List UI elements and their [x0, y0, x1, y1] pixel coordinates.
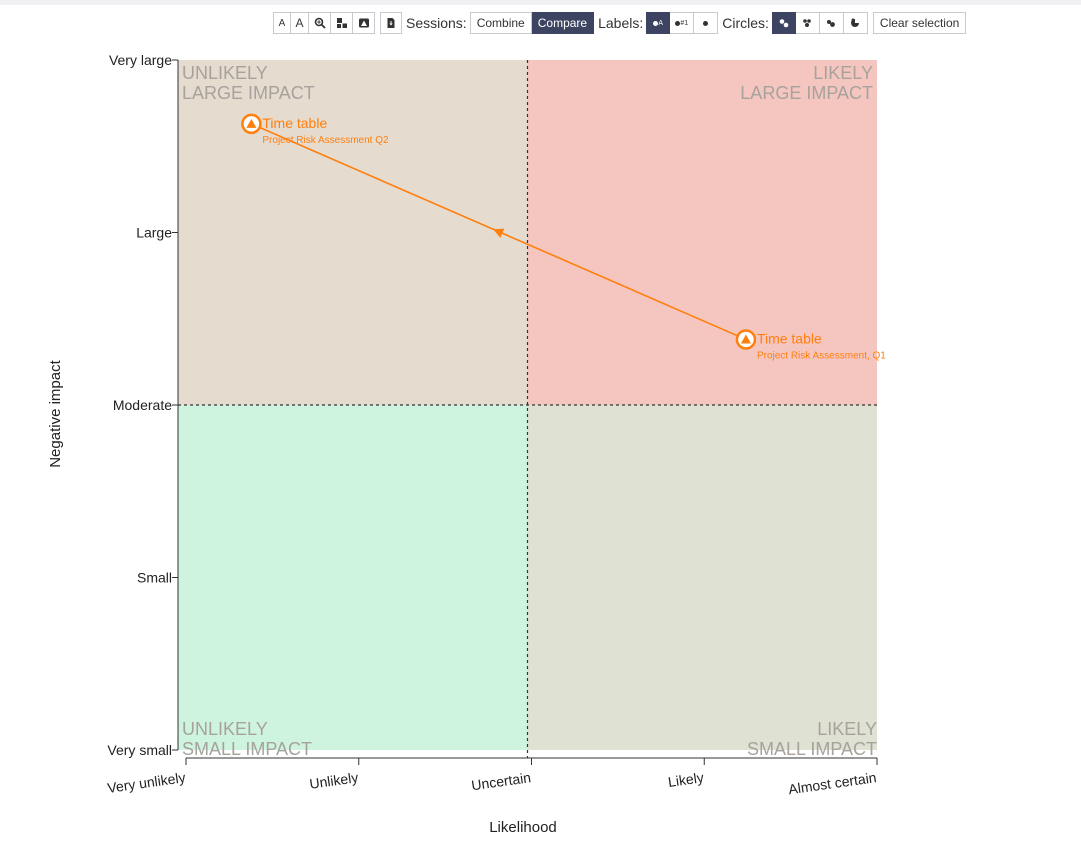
y-tick-label: Very small: [107, 742, 172, 758]
quadrant-label-bottom-left: UNLIKELY: [182, 719, 268, 739]
point-session-label: Project Risk Assessment, Q1: [757, 350, 886, 361]
quadrant-label-bottom-right: SMALL IMPACT: [747, 739, 877, 759]
point-label: Time table: [757, 330, 822, 346]
quadrant-bottom-right: [527, 405, 877, 750]
quadrant-label-top-left: LARGE IMPACT: [182, 83, 315, 103]
quadrant-label-bottom-right: LIKELY: [817, 719, 877, 739]
y-tick-label: Very large: [109, 52, 172, 68]
point-label: Time table: [262, 115, 327, 131]
quadrant-bottom-left: [178, 405, 528, 750]
quadrant-label-top-right: LIKELY: [813, 63, 873, 83]
x-tick-label: Likely: [667, 769, 705, 790]
x-tick-label: Uncertain: [470, 769, 532, 793]
point-session-label: Project Risk Assessment Q2: [262, 135, 389, 146]
x-axis-title: Likelihood: [489, 819, 557, 836]
quadrant-label-top-left: UNLIKELY: [182, 63, 268, 83]
quadrant-top-left: [178, 60, 528, 405]
y-tick-label: Moderate: [113, 397, 172, 413]
risk-matrix-chart: UNLIKELYLARGE IMPACTLIKELYLARGE IMPACTUN…: [47, 52, 886, 836]
x-tick-label: Unlikely: [308, 769, 359, 792]
x-tick-label: Very unlikely: [106, 769, 186, 796]
x-tick-label: Almost certain: [787, 769, 877, 797]
y-tick-label: Large: [136, 225, 172, 241]
quadrant-label-top-right: LARGE IMPACT: [740, 83, 873, 103]
y-axis-title: Negative impact: [47, 359, 64, 467]
y-tick-label: Small: [137, 570, 172, 586]
quadrant-label-bottom-left: SMALL IMPACT: [182, 739, 312, 759]
